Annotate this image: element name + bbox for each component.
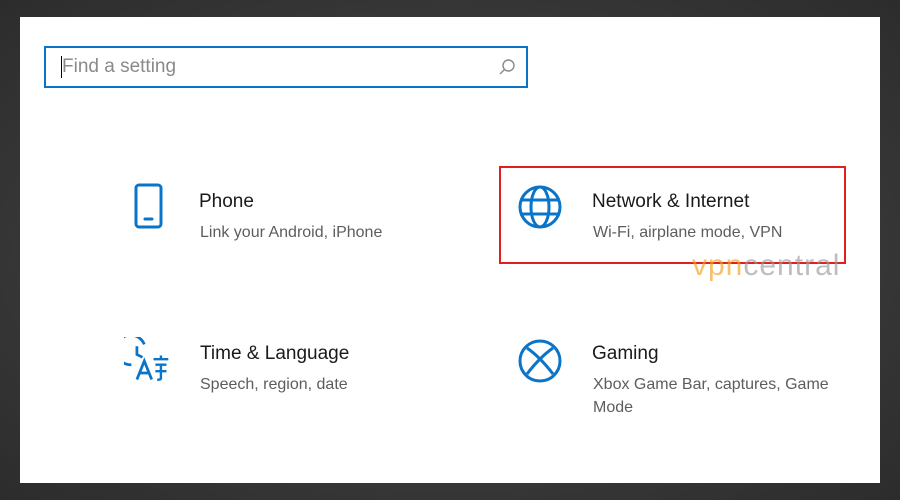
time-language-icon	[124, 337, 169, 381]
tile-title: Network & Internet	[592, 191, 750, 212]
tile-title: Gaming	[592, 343, 659, 364]
globe-icon	[518, 185, 562, 229]
tile-description: Link your Android, iPhone	[200, 224, 383, 241]
tile-time-language[interactable]: Time & Language Speech, region, date	[124, 337, 454, 427]
search-icon[interactable]	[498, 58, 516, 76]
tile-title: Time & Language	[200, 343, 350, 364]
watermark-vpn: vpn	[692, 249, 744, 282]
search-box[interactable]	[44, 46, 528, 88]
phone-icon	[134, 183, 163, 229]
tile-description: Speech, region, date	[200, 376, 348, 393]
tile-phone[interactable]: Phone Link your Android, iPhone	[132, 183, 462, 273]
text-caret	[61, 56, 62, 78]
screenshot-frame: Phone Link your Android, iPhone Network …	[0, 0, 900, 500]
watermark-central: central	[743, 249, 841, 282]
settings-window: Phone Link your Android, iPhone Network …	[20, 17, 880, 483]
search-input[interactable]	[56, 54, 492, 80]
xbox-icon	[518, 339, 562, 383]
tile-gaming[interactable]: Gaming Xbox Game Bar, captures, Game Mod…	[518, 337, 848, 427]
tile-description: Xbox Game Bar, captures, Game Mode	[593, 376, 829, 416]
watermark-logo: vpncentral	[692, 249, 840, 283]
tile-title: Phone	[199, 191, 254, 212]
tile-description: Wi-Fi, airplane mode, VPN	[593, 224, 783, 241]
